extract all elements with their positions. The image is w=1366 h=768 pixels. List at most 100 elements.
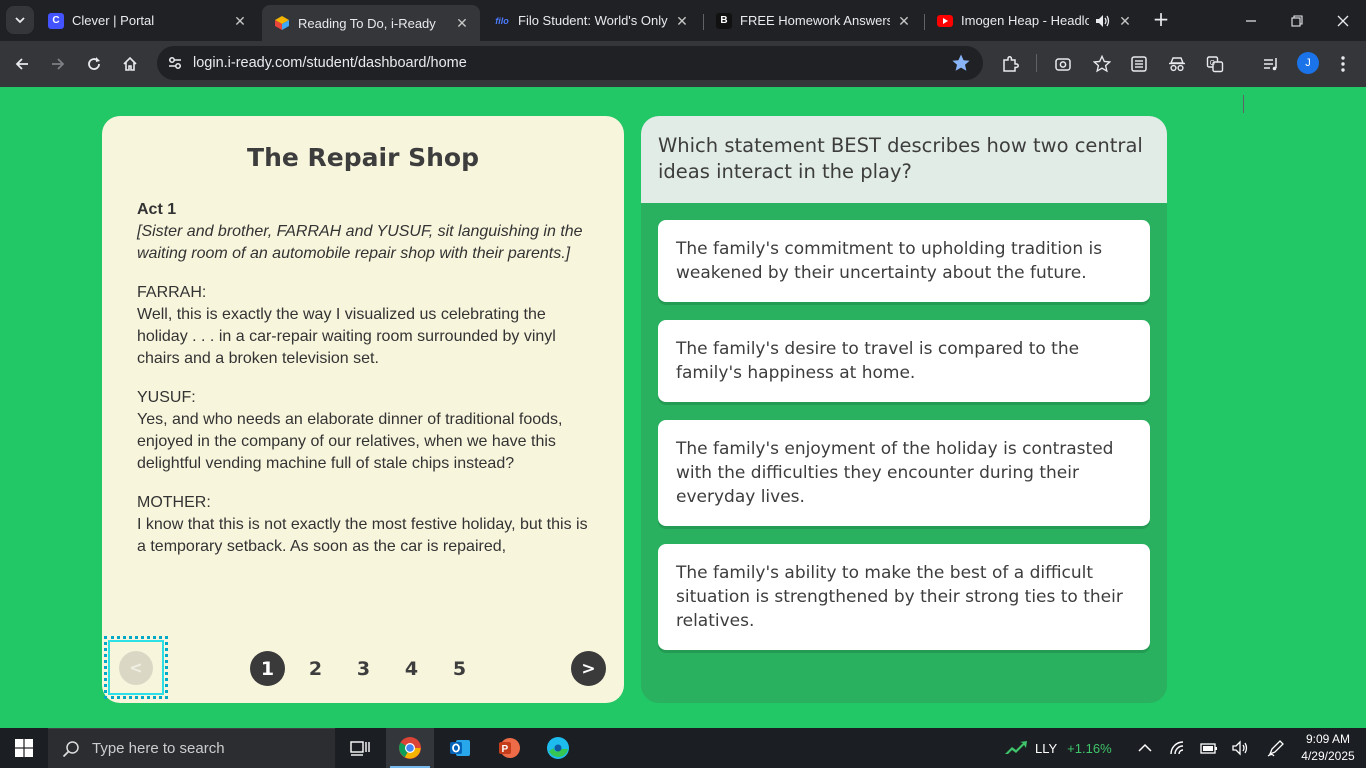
question-panel: Which statement BEST describes how two c…	[641, 116, 1167, 703]
answer-option-4[interactable]: The family's ability to make the best of…	[658, 544, 1150, 650]
question-header: Which statement BEST describes how two c…	[641, 116, 1167, 203]
brainly-favicon-icon: B	[716, 12, 732, 29]
stock-widget[interactable]: LLY +1.16%	[1005, 728, 1112, 768]
taskbar-chrome[interactable]	[386, 728, 434, 768]
arrow-right-icon	[52, 58, 65, 70]
answer-text: The family's desire to travel is compare…	[676, 339, 1080, 383]
network-button[interactable]	[1168, 738, 1188, 758]
media-controls-button[interactable]	[1259, 52, 1283, 76]
profile-avatar[interactable]: J	[1297, 52, 1319, 74]
page-4-button[interactable]: 4	[394, 651, 429, 686]
close-icon[interactable]: ✕	[896, 13, 912, 29]
bookmarks-button[interactable]	[1090, 52, 1114, 76]
page-3-button[interactable]: 3	[346, 651, 381, 686]
speech-text: I know that this is not exactly the most…	[137, 516, 588, 555]
speaker-name: MOTHER:	[137, 494, 211, 511]
edge-icon	[547, 737, 569, 759]
tab-youtube[interactable]: Imogen Heap - Headlock ✕	[925, 6, 1143, 35]
tab-filo[interactable]: filo Filo Student: World's Only Li ✕	[482, 6, 700, 35]
site-settings-icon[interactable]	[165, 53, 185, 73]
windows-logo-icon	[15, 739, 33, 757]
taskbar-search-box[interactable]: Type here to search	[48, 728, 335, 768]
volume-button[interactable]	[1231, 738, 1251, 758]
clock-time: 9:09 AM	[1305, 732, 1351, 746]
minimize-button[interactable]	[1228, 0, 1274, 41]
search-icon	[62, 740, 79, 757]
close-icon[interactable]: ✕	[454, 15, 470, 31]
chevron-down-icon	[15, 17, 25, 24]
browser-toolbar: login.i-ready.com/student/dashboard/home…	[0, 41, 1366, 113]
stock-symbol: LLY	[1035, 740, 1058, 756]
translate-icon: G	[1206, 56, 1224, 73]
battery-plug-icon	[1200, 743, 1217, 754]
arrow-left-icon	[15, 58, 28, 70]
answer-text: The family's ability to make the best of…	[676, 563, 1123, 631]
extensions-button[interactable]	[998, 52, 1022, 76]
chevron-up-icon	[1138, 743, 1152, 752]
page-5-button[interactable]: 5	[442, 651, 477, 686]
translate-button[interactable]: G	[1203, 52, 1227, 76]
forward-button[interactable]	[44, 50, 72, 78]
browser-tab-strip: C Clever | Portal ✕ Reading To Do, i-Rea…	[0, 0, 1366, 41]
system-clock[interactable]: 9:09 AM 4/29/2025	[1296, 731, 1360, 765]
close-icon	[1337, 15, 1349, 26]
taskbar-powerpoint[interactable]: P	[485, 728, 533, 768]
speaker-name: YUSUF:	[137, 389, 196, 406]
tab-search-button[interactable]	[6, 6, 34, 34]
close-icon[interactable]: ✕	[1117, 13, 1133, 29]
outlook-icon	[450, 740, 470, 756]
close-icon[interactable]: ✕	[674, 13, 690, 29]
page-1-button[interactable]: 1	[250, 651, 285, 686]
speaker-name: FARRAH:	[137, 284, 207, 301]
svg-text:G: G	[1210, 60, 1215, 67]
back-button[interactable]	[8, 50, 36, 78]
tab-title: Clever | Portal	[72, 13, 155, 28]
chrome-menu-button[interactable]	[1331, 52, 1355, 76]
next-page-button[interactable]: >	[571, 651, 606, 686]
lens-button[interactable]	[1051, 52, 1075, 76]
tab-homework[interactable]: B FREE Homework Answers fro ✕	[704, 6, 922, 35]
filo-favicon-icon: filo	[495, 15, 509, 26]
act-heading: Act 1	[137, 201, 177, 218]
show-hidden-icons-button[interactable]	[1135, 738, 1155, 758]
reload-button[interactable]	[80, 50, 108, 78]
powerpoint-icon: P	[499, 738, 520, 758]
battery-button[interactable]	[1199, 738, 1219, 758]
pen-menu-button[interactable]	[1266, 738, 1286, 758]
taskbar-edge[interactable]	[534, 728, 582, 768]
url-text: login.i-ready.com/student/dashboard/home	[193, 55, 467, 71]
stock-trend-icon	[1005, 741, 1027, 754]
bookmark-star-icon[interactable]	[951, 53, 971, 73]
speaker-icon[interactable]	[1095, 13, 1111, 29]
taskbar-outlook[interactable]	[436, 728, 484, 768]
toolbar-separator	[1036, 54, 1037, 72]
new-tab-button[interactable]: +	[1150, 8, 1172, 30]
tab-iready[interactable]: Reading To Do, i-Ready ✕	[262, 5, 480, 41]
home-button[interactable]	[116, 50, 144, 78]
answer-option-3[interactable]: The family's enjoyment of the holiday is…	[658, 420, 1150, 526]
task-view-button[interactable]	[336, 728, 384, 768]
reading-list-button[interactable]	[1127, 52, 1151, 76]
incognito-button[interactable]	[1165, 52, 1189, 76]
previous-page-focus: <	[104, 636, 168, 699]
tab-title: Filo Student: World's Only Li	[518, 13, 668, 28]
answer-option-1[interactable]: The family's commitment to upholding tra…	[658, 220, 1150, 302]
previous-page-button[interactable]: <	[119, 650, 153, 685]
wifi-icon	[1170, 741, 1184, 755]
close-icon[interactable]: ✕	[232, 13, 248, 29]
restore-button[interactable]	[1274, 0, 1320, 41]
tab-title: Reading To Do, i-Ready	[298, 15, 436, 31]
tab-clever[interactable]: C Clever | Portal ✕	[36, 6, 258, 35]
iready-favicon-icon	[274, 15, 290, 31]
stock-change: +1.16%	[1067, 740, 1112, 756]
windows-taskbar: Type here to search P LLY +1.16% 9:09 AM…	[0, 728, 1366, 768]
stage-direction: [Sister and brother, FARRAH and YUSUF, s…	[137, 223, 583, 262]
page-2-button[interactable]: 2	[298, 651, 333, 686]
answer-option-2[interactable]: The family's desire to travel is compare…	[658, 320, 1150, 402]
start-button[interactable]	[0, 728, 48, 768]
star-outline-icon	[1093, 55, 1111, 73]
tab-title: FREE Homework Answers fro	[740, 13, 890, 28]
close-window-button[interactable]	[1320, 0, 1366, 41]
address-bar[interactable]: login.i-ready.com/student/dashboard/home	[157, 46, 983, 80]
minimize-icon	[1246, 19, 1256, 22]
